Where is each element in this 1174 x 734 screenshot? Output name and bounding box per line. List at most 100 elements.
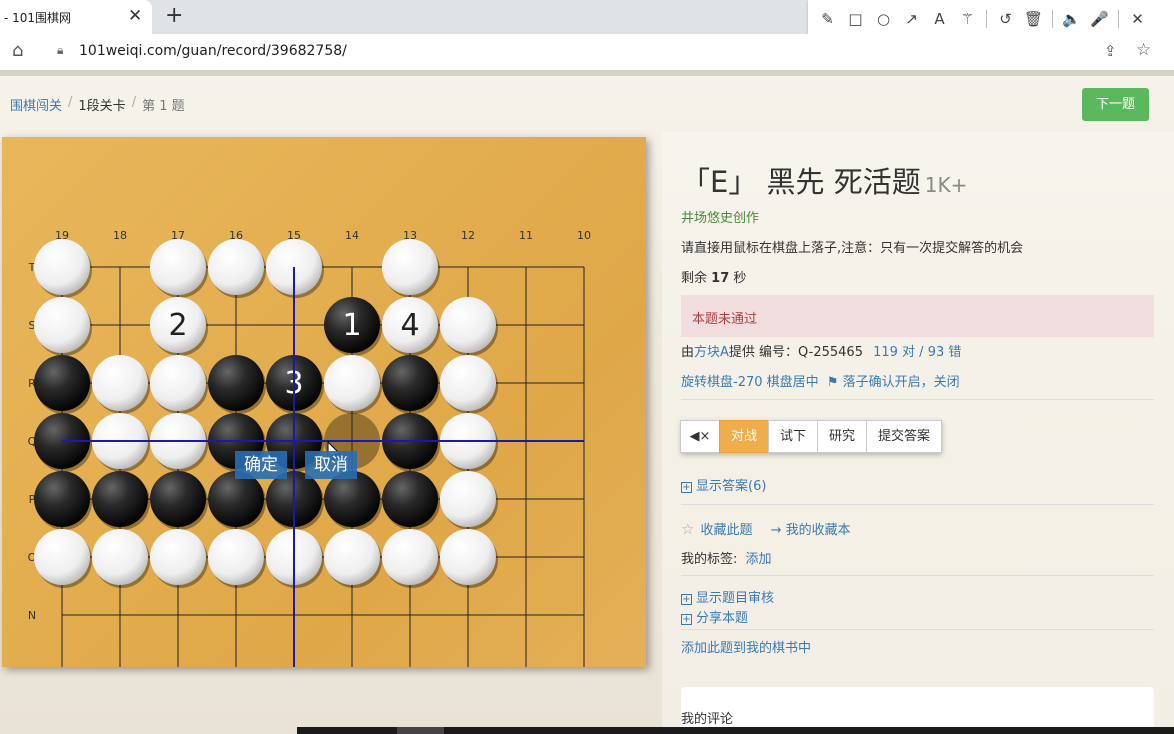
rotate-board-link[interactable]: 旋转棋盘-270 xyxy=(681,375,763,390)
white-stone xyxy=(92,529,148,585)
board-canvas[interactable]: 19181716151413121110TSRQPONM2143 xyxy=(2,137,646,667)
black-stone xyxy=(150,471,206,527)
center-board-link[interactable]: 棋盘居中 xyxy=(767,375,819,390)
my-favorites-link[interactable]: → 我的收藏本 xyxy=(771,523,851,538)
white-stone xyxy=(382,529,438,585)
tab-title: - 101围棋网 xyxy=(4,11,72,25)
star-outline-icon[interactable]: ☆ xyxy=(681,520,694,538)
trash-icon[interactable]: 🗑 xyxy=(1024,10,1043,29)
confirm-toggle-link[interactable]: 落子确认开启，关闭 xyxy=(843,375,960,390)
home-icon[interactable]: ⌂ xyxy=(12,40,23,61)
show-review-link[interactable]: + 显示题目审核 xyxy=(681,587,774,606)
taskbar xyxy=(297,727,1174,734)
tab-close-icon[interactable]: ✕ xyxy=(128,6,142,26)
remaining-prefix: 剩余 xyxy=(681,271,708,286)
failed-alert: 本题未通过 xyxy=(681,295,1154,337)
star-icon[interactable]: ☆ xyxy=(1136,40,1151,60)
add-tag-link[interactable]: 添加 xyxy=(746,552,772,567)
white-stone xyxy=(208,239,264,295)
microphone-icon[interactable]: 🎤 xyxy=(1090,10,1109,29)
cancel-move-button[interactable]: 取消 xyxy=(305,451,357,479)
share-link[interactable]: + 分享本题 xyxy=(681,607,748,626)
show-review-label: 显示题目审核 xyxy=(696,591,775,606)
white-stone xyxy=(34,297,90,353)
confirm-move-button[interactable]: 确定 xyxy=(235,451,287,479)
black-stone xyxy=(382,355,438,411)
divider xyxy=(681,504,1154,505)
problem-meta: 由方块A提供 编号：Q-255465 119 对 / 93 错 xyxy=(681,341,961,360)
black-stone xyxy=(34,355,90,411)
study-mode-button[interactable]: 研究 xyxy=(817,420,868,453)
tags-row: 我的标签: 添加 xyxy=(681,548,772,567)
taskbar-item[interactable] xyxy=(397,727,444,734)
divider xyxy=(681,629,1154,630)
white-stone xyxy=(440,471,496,527)
expand-icon: + xyxy=(681,482,692,493)
row-label: N xyxy=(28,609,36,622)
url-field[interactable]: 101weiqi.com/guan/record/39682758/ xyxy=(79,43,347,59)
breadcrumb-item-stage[interactable]: 1段关卡 xyxy=(78,95,125,114)
breadcrumb-item-problem: 第 1 题 xyxy=(142,99,185,114)
circle-icon[interactable]: ○ xyxy=(874,10,893,29)
problem-title: 「E」 黑先 死活题 1K+ xyxy=(681,159,967,201)
white-stone xyxy=(440,355,496,411)
arrow-icon[interactable]: ↗ xyxy=(902,10,921,29)
tags-label: 我的标签: xyxy=(681,552,738,567)
white-stone xyxy=(324,355,380,411)
stone-label: 1 xyxy=(342,308,361,343)
mute-button[interactable]: ◀× xyxy=(680,420,720,453)
breadcrumb-item-levels[interactable]: 围棋闯关 xyxy=(10,95,62,114)
breadcrumb: 围棋闯关 / 1段关卡 / 第 1 题 xyxy=(10,95,185,114)
pencil-icon[interactable]: ✎ xyxy=(818,10,837,29)
breadcrumb-separator: / xyxy=(68,95,73,110)
white-stone xyxy=(440,529,496,585)
browser-tab[interactable]: - 101围棋网 ✕ xyxy=(0,0,152,34)
problem-title-text: 「E」 黑先 死活题 xyxy=(681,165,921,199)
column-label: 18 xyxy=(113,229,127,242)
black-stone xyxy=(208,471,264,527)
remaining-seconds: 17 xyxy=(711,271,730,286)
provider-link[interactable]: 方块A xyxy=(694,345,729,360)
address-bar: ⌂ 🔒︎ 101weiqi.com/guan/record/39682758/ … xyxy=(0,34,1174,70)
white-stone xyxy=(208,529,264,585)
text-icon[interactable]: A xyxy=(930,10,949,29)
white-stone xyxy=(34,239,90,295)
add-to-book-link[interactable]: 添加此题到我的棋书中 xyxy=(681,637,811,656)
problem-stats[interactable]: 119 对 / 93 错 xyxy=(873,345,961,360)
rectangle-icon[interactable]: □ xyxy=(846,10,865,29)
speaker-icon[interactable]: 🔈 xyxy=(1062,10,1081,29)
problem-author[interactable]: 井场悠史创作 xyxy=(681,207,759,226)
time-remaining: 剩余 17 秒 xyxy=(681,267,746,286)
white-stone xyxy=(440,297,496,353)
black-stone xyxy=(92,471,148,527)
column-label: 10 xyxy=(577,229,591,242)
expand-icon: + xyxy=(681,594,692,605)
show-answer-link[interactable]: + 显示答案(6) xyxy=(681,475,766,494)
column-label: 14 xyxy=(345,229,359,242)
provided-by-suffix: 提供 编号：Q-255465 xyxy=(728,345,863,360)
white-stone xyxy=(150,239,206,295)
divider xyxy=(681,575,1154,576)
undo-icon[interactable]: ↺ xyxy=(996,10,1015,29)
favorite-link[interactable]: 收藏此题 xyxy=(700,523,752,538)
lock-icon[interactable]: 🔒︎ xyxy=(57,43,63,58)
white-stone xyxy=(382,239,438,295)
go-board[interactable]: 19181716151413121110TSRQPONM2143 确定 取消 xyxy=(2,137,646,667)
submit-answer-button[interactable]: 提交答案 xyxy=(866,420,943,453)
problem-instruction: 请直接用鼠标在棋盘上落子,注意：只有一次提交解答的机会 xyxy=(681,241,1024,256)
problem-panel: 「E」 黑先 死活题 1K+ 井场悠史创作 请直接用鼠标在棋盘上落子,注意：只有一… xyxy=(662,132,1174,734)
next-problem-button[interactable]: 下一题 xyxy=(1082,88,1149,121)
stone-label: 4 xyxy=(400,308,419,343)
try-mode-button[interactable]: 试下 xyxy=(768,420,819,453)
black-stone xyxy=(324,471,380,527)
divider xyxy=(681,399,1154,400)
toolbar-separator xyxy=(1118,10,1119,28)
share-icon[interactable]: ⇪ xyxy=(1104,42,1117,60)
close-icon[interactable]: ✕ xyxy=(1128,10,1147,29)
battle-mode-button[interactable]: 对战 xyxy=(719,420,770,453)
annotation-toolbar: ✎ □ ○ ↗ A ⚚ ↺ 🗑 🔈 🎤 ✕ xyxy=(808,0,1174,38)
magic-wand-icon[interactable]: ⚚ xyxy=(958,10,977,29)
flag-icon: ⚑ xyxy=(826,375,839,390)
black-stone xyxy=(382,471,438,527)
new-tab-button[interactable]: + xyxy=(165,3,183,29)
